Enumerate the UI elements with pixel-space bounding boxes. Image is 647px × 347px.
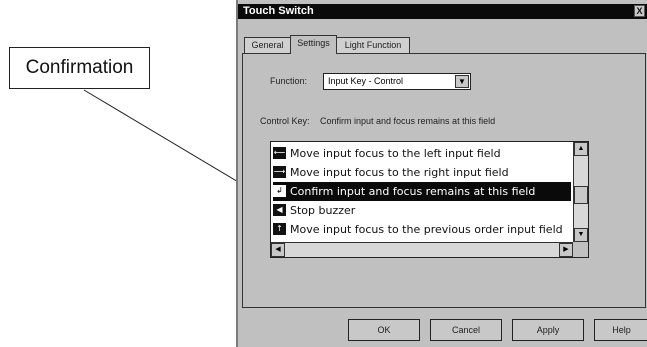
chevron-down-icon[interactable]: ▼: [455, 75, 469, 88]
function-value: Input Key - Control: [328, 76, 404, 86]
vertical-scrollbar[interactable]: ▲ ▼: [573, 142, 588, 242]
scroll-corner: [573, 242, 588, 257]
list-item[interactable]: ⟶ Move input focus to the right input fi…: [273, 163, 573, 182]
close-button[interactable]: X: [634, 5, 645, 17]
control-key-list[interactable]: ⟵ Move input focus to the left input fie…: [270, 141, 589, 258]
scroll-up-icon[interactable]: ▲: [574, 142, 588, 156]
arrow-up-icon: ↑: [273, 223, 286, 235]
help-button[interactable]: Help: [594, 319, 647, 341]
window-title: Touch Switch: [243, 5, 314, 17]
list-item[interactable]: ◀ Stop buzzer: [273, 201, 573, 220]
ok-button[interactable]: OK: [348, 319, 420, 341]
cancel-button[interactable]: Cancel: [430, 319, 502, 341]
tab-general[interactable]: General: [244, 37, 291, 53]
horizontal-scrollbar[interactable]: ◀ ▶: [271, 242, 573, 257]
control-key-value: Confirm input and focus remains at this …: [320, 116, 496, 126]
list-item-selected[interactable]: ↲ Confirm input and focus remains at thi…: [273, 182, 571, 201]
title-bar[interactable]: Touch Switch: [238, 4, 647, 19]
scroll-right-icon[interactable]: ▶: [559, 243, 573, 257]
scroll-left-icon[interactable]: ◀: [271, 243, 285, 257]
enter-icon: ↲: [273, 185, 286, 197]
control-key-label: Control Key:: [260, 116, 310, 126]
function-select[interactable]: Input Key - Control ▼: [323, 73, 471, 90]
apply-button[interactable]: Apply: [512, 319, 584, 341]
scroll-thumb[interactable]: [574, 186, 588, 204]
tab-settings[interactable]: Settings: [290, 35, 337, 54]
close-icon: X: [636, 6, 643, 16]
arrow-left-icon: ⟵: [273, 147, 286, 159]
tab-light-function[interactable]: Light Function: [336, 37, 410, 53]
function-label: Function:: [270, 76, 308, 86]
speaker-icon: ◀: [273, 204, 286, 216]
touch-switch-dialog: Touch Switch X General Settings Light Fu…: [236, 0, 647, 347]
arrow-right-icon: ⟶: [273, 166, 286, 178]
list-item[interactable]: ⟵ Move input focus to the left input fie…: [273, 144, 573, 163]
list-item[interactable]: ↑ Move input focus to the previous order…: [273, 220, 573, 239]
scroll-down-icon[interactable]: ▼: [574, 228, 588, 242]
